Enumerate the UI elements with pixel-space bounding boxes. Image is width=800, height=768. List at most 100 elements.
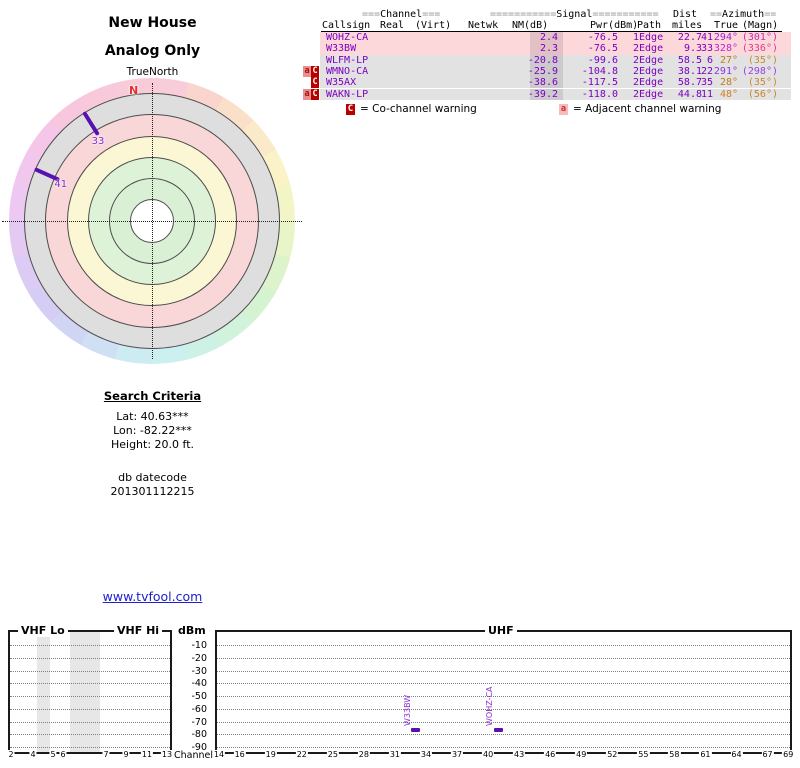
channel-tick-label: 22 (295, 750, 308, 759)
path-cell: 2Edge (633, 77, 664, 89)
magnetic-azimuth-cell: (301°) (741, 32, 778, 43)
vhf-hi-label: VHF Hi (114, 624, 163, 637)
path-cell: 1Edge (633, 32, 664, 43)
channel-tick-label: 49 (575, 750, 588, 759)
channel-tick-label: 19 (264, 750, 277, 759)
true-azimuth-cell: 294° (713, 32, 738, 43)
callsign-cell: WMNO-CA (326, 65, 369, 77)
channel-tick-label: 52 (606, 750, 619, 759)
gridline (10, 708, 170, 710)
path-cell: 2Edge (633, 65, 664, 77)
station-channel-label: 41 (54, 178, 68, 190)
table-row: W33BW 33 2.3 -76.5 2Edge 9.3 328° (336°) (320, 43, 791, 55)
noise-margin-cell: -38.6 (527, 77, 558, 89)
signal-marker (411, 727, 421, 732)
col-header-true: True (714, 20, 739, 31)
north-marker: N (129, 84, 139, 97)
dist-group-header: Dist (673, 9, 698, 20)
dbm-tick-label: -70 (191, 716, 207, 728)
gridline (217, 708, 790, 710)
path-cell: 2Edge (633, 54, 664, 66)
gridline (10, 734, 170, 736)
channel-tick-label: 69 (782, 750, 795, 759)
db-datecode-value: 201301112215 (110, 485, 195, 498)
distance-cell: 22.7 (677, 32, 702, 43)
channel-tick-label: 28 (357, 750, 370, 759)
channel-tick-label: 64 (730, 750, 743, 759)
magnetic-azimuth-cell: (56°) (747, 88, 778, 100)
channel-tick-label: 7 (102, 750, 110, 759)
power-cell: -76.5 (587, 43, 618, 55)
gridline (217, 670, 790, 672)
col-header-callsign: Callsign (322, 20, 371, 31)
real-channel-cell: 22 (700, 65, 713, 77)
channel-group-header: ===Channel=== (362, 9, 441, 20)
col-header-nm: NM(dB) (512, 20, 549, 31)
channel-tick-label: 40 (482, 750, 495, 759)
table-row: WLFM-LP 6 -20.8 -99.6 2Edge 58.5 27° (35°) (320, 54, 791, 66)
channel-tick-label: 37 (450, 750, 464, 759)
power-cell: -118.0 (581, 88, 618, 100)
true-azimuth-cell: 28° (719, 77, 738, 89)
true-azimuth-cell: 48° (719, 88, 738, 100)
magnetic-azimuth-cell: (298°) (741, 65, 778, 77)
magnetic-azimuth-cell: (35°) (747, 77, 778, 89)
gridline (217, 657, 790, 659)
power-cell: -99.6 (587, 54, 618, 66)
magnetic-azimuth-cell: (35°) (747, 54, 778, 66)
channel-tick-label: 14 (212, 750, 226, 759)
channel-tick-label: 55 (637, 750, 650, 759)
gridline (10, 721, 170, 723)
adjacent-channel-badge: a (559, 104, 568, 115)
channel-tick-label: 9 (122, 750, 130, 759)
gridline (10, 696, 170, 697)
gridline (10, 657, 170, 659)
gridline (10, 747, 170, 748)
signal-marker-label: WOHZ-CA (485, 686, 495, 726)
channel-tick-label: 46 (544, 750, 557, 759)
dbm-tick-label: -30 (191, 665, 207, 677)
dbm-tick-label: -50 (191, 691, 207, 702)
channel-tick-label: 6 (59, 750, 67, 759)
co-channel-badge: C (311, 77, 319, 89)
col-header-virt: (Virt) (415, 20, 452, 31)
distance-cell: 58.7 (677, 77, 702, 89)
callsign-cell: WOHZ-CA (326, 32, 369, 43)
latitude-value: Lat: 40.63*** (116, 410, 189, 423)
noise-margin-cell: 2.3 (539, 43, 558, 55)
search-criteria-title: Search Criteria (103, 389, 202, 403)
co-channel-badge: C (311, 88, 319, 100)
noise-margin-cell: -20.8 (527, 54, 558, 66)
gridline (217, 645, 790, 646)
col-header-path: Path (637, 20, 662, 31)
signal-marker (493, 727, 503, 732)
channel-tick-label: 34 (419, 750, 433, 759)
col-header-netwk: Netwk (468, 20, 499, 31)
longitude-value: Lon: -82.22*** (113, 424, 192, 437)
channel-tick-label: 61 (699, 750, 712, 759)
real-channel-cell: 35 (700, 77, 713, 89)
dbm-tick-label: -80 (191, 729, 207, 741)
gridline (217, 683, 790, 685)
db-datecode-label: db datecode (118, 471, 187, 484)
height-value: Height: 20.0 ft. (110, 438, 195, 451)
channel-tick-label: 31 (388, 750, 402, 759)
channel-tick-label: 43 (513, 750, 526, 759)
vhf-panel (8, 630, 172, 754)
col-header-real: Real (380, 20, 405, 31)
power-cell: -117.5 (581, 77, 618, 89)
station-channel-label: 33 (91, 135, 105, 147)
channel-tick-label: 58 (668, 750, 681, 759)
co-channel-badge: C (346, 104, 355, 115)
channel-tick-label: 67 (761, 750, 774, 759)
real-channel-cell: 6 (706, 54, 713, 66)
co-channel-badge: C (311, 65, 319, 78)
vhf-lo-label: VHF Lo (18, 624, 68, 637)
table-row: W35AX 35 -38.6 -117.5 2Edge 58.7 28° (35°) C (311, 77, 791, 89)
channel-tick-label: 2 (7, 750, 15, 759)
table-row: WMNO-CA 22 -25.9 -104.8 2Edge 38.1 291° (298°) a… (303, 65, 791, 78)
magnetic-azimuth-cell: (336°) (741, 43, 778, 55)
co-channel-legend-text: = Co-channel warning (360, 103, 477, 115)
tvfool-link[interactable]: www.tvfool.com (0, 589, 305, 604)
page-subtitle: Analog Only (104, 43, 201, 59)
